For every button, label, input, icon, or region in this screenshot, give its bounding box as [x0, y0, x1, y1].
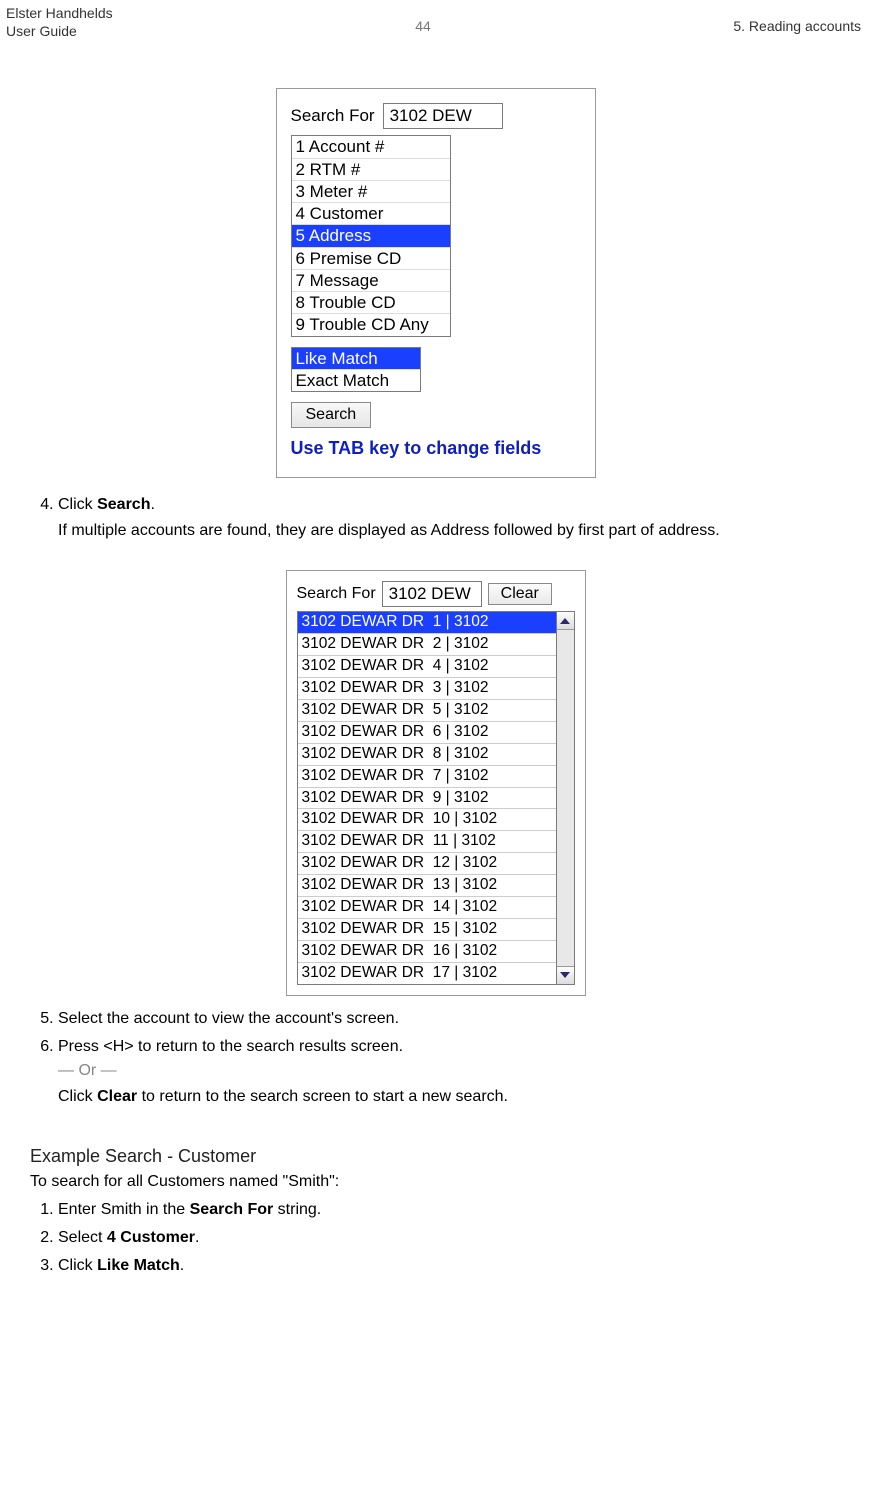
result-row[interactable]: 3102 DEWAR DR 1 | 3102	[298, 612, 556, 634]
step-6-sub: Click Clear to return to the search scre…	[58, 1088, 841, 1106]
search-field-option[interactable]: 9 Trouble CD Any	[292, 314, 450, 335]
page-number: 44	[415, 18, 431, 34]
results-listbox[interactable]: 3102 DEWAR DR 1 | 31023102 DEWAR DR 2 | …	[297, 611, 557, 985]
s3b: Like Match	[97, 1257, 180, 1274]
result-row[interactable]: 3102 DEWAR DR 9 | 3102	[298, 788, 556, 810]
header-left: Elster Handhelds User Guide	[6, 4, 113, 40]
helper-text: Use TAB key to change fields	[291, 438, 581, 459]
search-field-option[interactable]: 5 Address	[292, 225, 450, 247]
section-step-1: Enter Smith in the Search For string.	[58, 1201, 841, 1219]
result-row[interactable]: 3102 DEWAR DR 15 | 3102	[298, 919, 556, 941]
s1a: Enter Smith in the	[58, 1201, 190, 1218]
results-dialog-figure: Search For 3102 DEW Clear 3102 DEWAR DR …	[286, 570, 586, 996]
search-field-option[interactable]: 6 Premise CD	[292, 248, 450, 270]
section-step-3: Click Like Match.	[58, 1257, 841, 1275]
clear-button[interactable]: Clear	[488, 583, 552, 605]
search-field-option[interactable]: 4 Customer	[292, 203, 450, 225]
result-row[interactable]: 3102 DEWAR DR 2 | 3102	[298, 634, 556, 656]
search-field-option[interactable]: 8 Trouble CD	[292, 292, 450, 314]
search-input-2[interactable]: 3102 DEW	[382, 581, 482, 607]
s3c: .	[180, 1257, 184, 1274]
result-row[interactable]: 3102 DEWAR DR 6 | 3102	[298, 722, 556, 744]
step-6-sub-a: Click	[58, 1088, 97, 1105]
step-6-text: Press <H> to return to the search result…	[58, 1038, 403, 1055]
search-field-option[interactable]: 7 Message	[292, 270, 450, 292]
search-dialog-figure: Search For 3102 DEW 1 Account #2 RTM #3 …	[276, 88, 596, 478]
result-row[interactable]: 3102 DEWAR DR 16 | 3102	[298, 941, 556, 963]
result-row[interactable]: 3102 DEWAR DR 7 | 3102	[298, 766, 556, 788]
step-6-sub-bold: Clear	[97, 1088, 137, 1105]
search-field-listbox[interactable]: 1 Account #2 RTM #3 Meter #4 Customer5 A…	[291, 135, 451, 336]
result-row[interactable]: 3102 DEWAR DR 3 | 3102	[298, 678, 556, 700]
s1b: Search For	[190, 1201, 274, 1218]
steps-list-b: Select the account to view the account's…	[58, 1010, 841, 1106]
or-separator: — Or —	[58, 1062, 841, 1080]
s2b: 4 Customer	[107, 1229, 195, 1246]
section-step-2: Select 4 Customer.	[58, 1229, 841, 1247]
match-option[interactable]: Exact Match	[292, 370, 420, 391]
scrollbar[interactable]	[557, 611, 575, 985]
section-steps: Enter Smith in the Search For string. Se…	[58, 1201, 841, 1275]
result-row[interactable]: 3102 DEWAR DR 10 | 3102	[298, 809, 556, 831]
header-title-2: User Guide	[6, 22, 113, 40]
search-field-option[interactable]: 3 Meter #	[292, 181, 450, 203]
result-row[interactable]: 3102 DEWAR DR 13 | 3102	[298, 875, 556, 897]
section-heading: Example Search - Customer	[30, 1146, 841, 1167]
s1c: string.	[273, 1201, 321, 1218]
scroll-up-button[interactable]	[557, 612, 574, 630]
page-header: Elster Handhelds User Guide 44 5. Readin…	[0, 0, 871, 48]
result-row[interactable]: 3102 DEWAR DR 4 | 3102	[298, 656, 556, 678]
step-4-text-b: .	[150, 496, 154, 513]
header-title-1: Elster Handhelds	[6, 4, 113, 22]
section-intro: To search for all Customers named "Smith…	[30, 1173, 841, 1191]
result-row[interactable]: 3102 DEWAR DR 8 | 3102	[298, 744, 556, 766]
step-4: Click Search. If multiple accounts are f…	[58, 496, 841, 540]
s3a: Click	[58, 1257, 97, 1274]
chapter-title: 5. Reading accounts	[733, 18, 861, 34]
scroll-down-button[interactable]	[557, 966, 574, 984]
s2c: .	[195, 1229, 199, 1246]
step-6-sub-b: to return to the search screen to start …	[137, 1088, 508, 1105]
page-content: Search For 3102 DEW 1 Account #2 RTM #3 …	[0, 88, 871, 1304]
search-field-option[interactable]: 1 Account #	[292, 136, 450, 158]
arrow-up-icon	[560, 618, 570, 624]
arrow-down-icon	[560, 972, 570, 978]
search-field-option[interactable]: 2 RTM #	[292, 159, 450, 181]
steps-list-a: Click Search. If multiple accounts are f…	[58, 496, 841, 540]
result-row[interactable]: 3102 DEWAR DR 12 | 3102	[298, 853, 556, 875]
search-for-label: Search For	[291, 106, 375, 126]
result-row[interactable]: 3102 DEWAR DR 17 | 3102	[298, 963, 556, 984]
step-4-sub: If multiple accounts are found, they are…	[58, 522, 841, 540]
s2a: Select	[58, 1229, 107, 1246]
result-row[interactable]: 3102 DEWAR DR 5 | 3102	[298, 700, 556, 722]
search-button[interactable]: Search	[291, 402, 372, 428]
match-option[interactable]: Like Match	[292, 348, 420, 370]
search-input[interactable]: 3102 DEW	[383, 103, 503, 129]
match-type-listbox[interactable]: Like MatchExact Match	[291, 347, 421, 393]
step-4-text-a: Click	[58, 496, 97, 513]
result-row[interactable]: 3102 DEWAR DR 14 | 3102	[298, 897, 556, 919]
result-row[interactable]: 3102 DEWAR DR 11 | 3102	[298, 831, 556, 853]
step-5: Select the account to view the account's…	[58, 1010, 841, 1028]
step-6: Press <H> to return to the search result…	[58, 1038, 841, 1106]
search-for-label-2: Search For	[297, 585, 376, 603]
step-4-bold: Search	[97, 496, 150, 513]
